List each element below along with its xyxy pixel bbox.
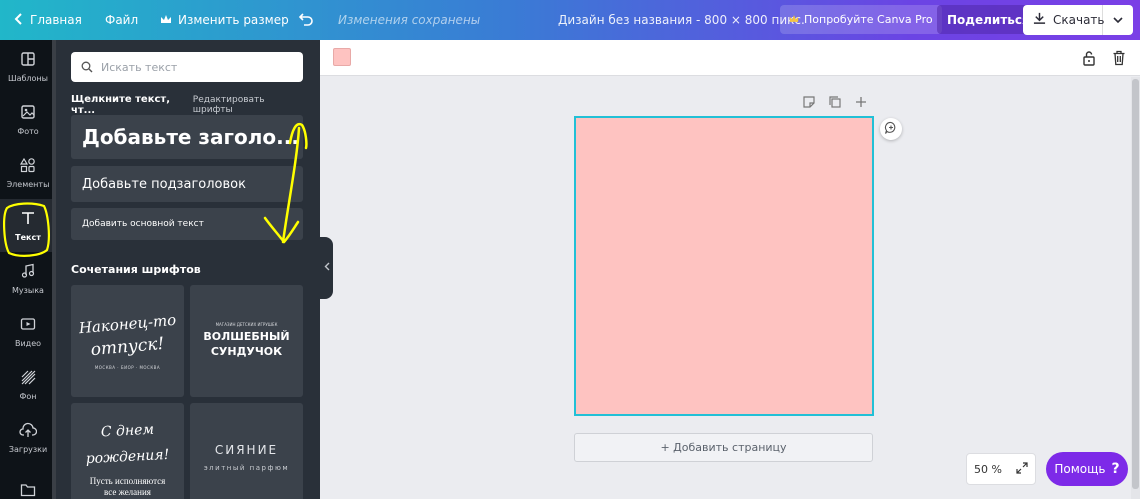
music-icon [20, 263, 36, 281]
combo-line: С днем [100, 421, 155, 441]
home-label: Главная [30, 13, 82, 27]
font-combo-card[interactable]: МАГАЗИН ДЕТСКИХ ИГРУШЕК ВОЛШЕБНЫЙ СУНДУЧ… [190, 285, 303, 397]
design-title[interactable]: Дизайн без названия - 800 × 800 пикс. [558, 0, 805, 40]
sidebar-item-photos[interactable]: Фото [0, 93, 56, 146]
hint-text: Щелкните текст, чт... [71, 94, 171, 116]
share-label: Поделиться [947, 12, 1030, 27]
editor-area: + Добавить страницу 50 % Помощь ? [320, 40, 1140, 499]
combo-line: элитный парфюм [203, 464, 290, 472]
combo-line: Пусть исполняются [89, 476, 166, 486]
hint-row: Щелкните текст, чт... Редактировать шриф… [71, 94, 303, 116]
try-pro-button[interactable]: Попробуйте Canva Pro [780, 5, 942, 34]
chevron-left-icon [324, 262, 330, 274]
undo-button[interactable] [298, 0, 314, 40]
home-link[interactable]: Главная [14, 0, 82, 40]
design-page[interactable] [574, 116, 874, 416]
add-heading-button[interactable]: Добавьте заголо... [71, 115, 303, 159]
sidebar-item-label: Текст [15, 232, 41, 242]
combo-small: МОСКВА · БИОР · МОСКВА [94, 365, 161, 370]
note-icon[interactable] [802, 94, 816, 112]
zoom-control[interactable]: 50 % [966, 453, 1036, 485]
sidebar-item-label: Фото [17, 126, 39, 136]
question-icon: ? [1111, 461, 1120, 477]
combo-line: все желания [104, 487, 151, 497]
download-button[interactable]: Скачать [1023, 5, 1133, 35]
sidebar-item-music[interactable]: Музыка [0, 252, 56, 305]
save-status: Изменения сохранены [338, 13, 481, 27]
help-button[interactable]: Помощь ? [1046, 452, 1128, 486]
font-combo-card[interactable]: С днем рождения! Пусть исполняются все ж… [71, 403, 184, 499]
download-main[interactable]: Скачать [1023, 5, 1105, 35]
chevron-down-icon [1113, 13, 1123, 27]
edit-fonts-link[interactable]: Редактировать шрифты [193, 95, 303, 115]
scrollbar-thumb[interactable] [1132, 79, 1139, 489]
font-combos-title: Сочетания шрифтов [71, 263, 201, 276]
folder-icon [20, 483, 36, 499]
zoom-level: 50 % [974, 462, 1002, 476]
sidebar-item-label: Видео [14, 338, 42, 348]
fullscreen-icon[interactable] [1016, 461, 1028, 477]
download-label: Скачать [1053, 13, 1105, 27]
file-menu[interactable]: Файл [105, 0, 138, 40]
chevron-left-icon [14, 12, 24, 28]
font-combo-card[interactable]: Наконец-то отпуск! МОСКВА · БИОР · МОСКВ… [71, 285, 184, 397]
templates-icon [20, 51, 36, 69]
help-label: Помощь [1054, 462, 1106, 476]
download-options[interactable] [1103, 5, 1133, 35]
comment-button[interactable] [880, 118, 902, 140]
search-box[interactable] [71, 52, 303, 82]
sidebar-item-label: Фон [19, 391, 37, 401]
combo-line: СУНДУЧОК [210, 345, 283, 358]
sidebar-item-label: Элементы [6, 179, 50, 189]
side-rail: Шаблоны Фото Элементы Текст Музыка Видео [0, 40, 56, 499]
sidebar-item-uploads[interactable]: Загрузки [0, 411, 56, 464]
duplicate-icon[interactable] [828, 94, 842, 112]
combo-small: МАГАЗИН ДЕТСКИХ ИГРУШЕК [215, 322, 278, 327]
sidebar-item-label: Загрузки [8, 444, 48, 454]
uploads-icon [19, 422, 38, 440]
sidebar-item-text[interactable]: Текст [0, 199, 56, 252]
combo-line: рождения! [85, 446, 170, 468]
add-page-button[interactable]: + Добавить страницу [574, 433, 873, 462]
video-icon [20, 316, 36, 334]
lock-icon[interactable] [1078, 47, 1100, 69]
sidebar-item-label: Музыка [12, 285, 44, 295]
search-input[interactable] [101, 60, 281, 74]
font-combo-card[interactable]: СИЯНИЕ элитный парфюм [190, 403, 303, 499]
sidebar-item-background[interactable]: Фон [0, 358, 56, 411]
file-label: Файл [105, 13, 139, 27]
background-icon [20, 369, 36, 387]
text-panel: Щелкните текст, чт... Редактировать шриф… [56, 40, 320, 499]
color-swatch[interactable] [333, 48, 351, 66]
elements-icon [19, 157, 36, 175]
search-icon [81, 58, 93, 77]
combo-line: СИЯНИЕ [214, 443, 279, 457]
page-actions [802, 94, 868, 112]
editor-toolbar [320, 40, 1140, 76]
add-icon[interactable] [854, 94, 868, 112]
download-icon [1033, 12, 1046, 28]
undo-icon [298, 12, 314, 29]
try-pro-label: Попробуйте Canva Pro [804, 13, 933, 26]
resize-label: Изменить размер [178, 13, 289, 27]
sidebar-item-video[interactable]: Видео [0, 305, 56, 358]
sidebar-item-elements[interactable]: Элементы [0, 146, 56, 199]
text-icon [20, 210, 36, 228]
photo-icon [20, 104, 36, 122]
sidebar-item-templates[interactable]: Шаблоны [0, 40, 56, 93]
combo-line: ВОЛШЕБНЫЙ [203, 330, 290, 343]
add-body-text-button[interactable]: Добавить основной текст [71, 208, 303, 240]
collapse-panel-button[interactable] [320, 237, 333, 299]
combo-line: отпуск! [89, 333, 166, 361]
sidebar-item-label: Шаблоны [8, 73, 48, 83]
trash-icon[interactable] [1108, 47, 1130, 69]
comment-add-icon [884, 120, 898, 139]
add-subheading-button[interactable]: Добавьте подзаголовок [71, 166, 303, 202]
crown-icon [160, 13, 172, 27]
top-bar: Главная Файл Изменить размер Изменения с… [0, 0, 1140, 40]
resize-button[interactable]: Изменить размер [160, 0, 289, 40]
canvas-scrollbar[interactable] [1131, 77, 1140, 499]
crown-icon [789, 13, 799, 26]
sidebar-item-folders[interactable] [0, 464, 56, 499]
